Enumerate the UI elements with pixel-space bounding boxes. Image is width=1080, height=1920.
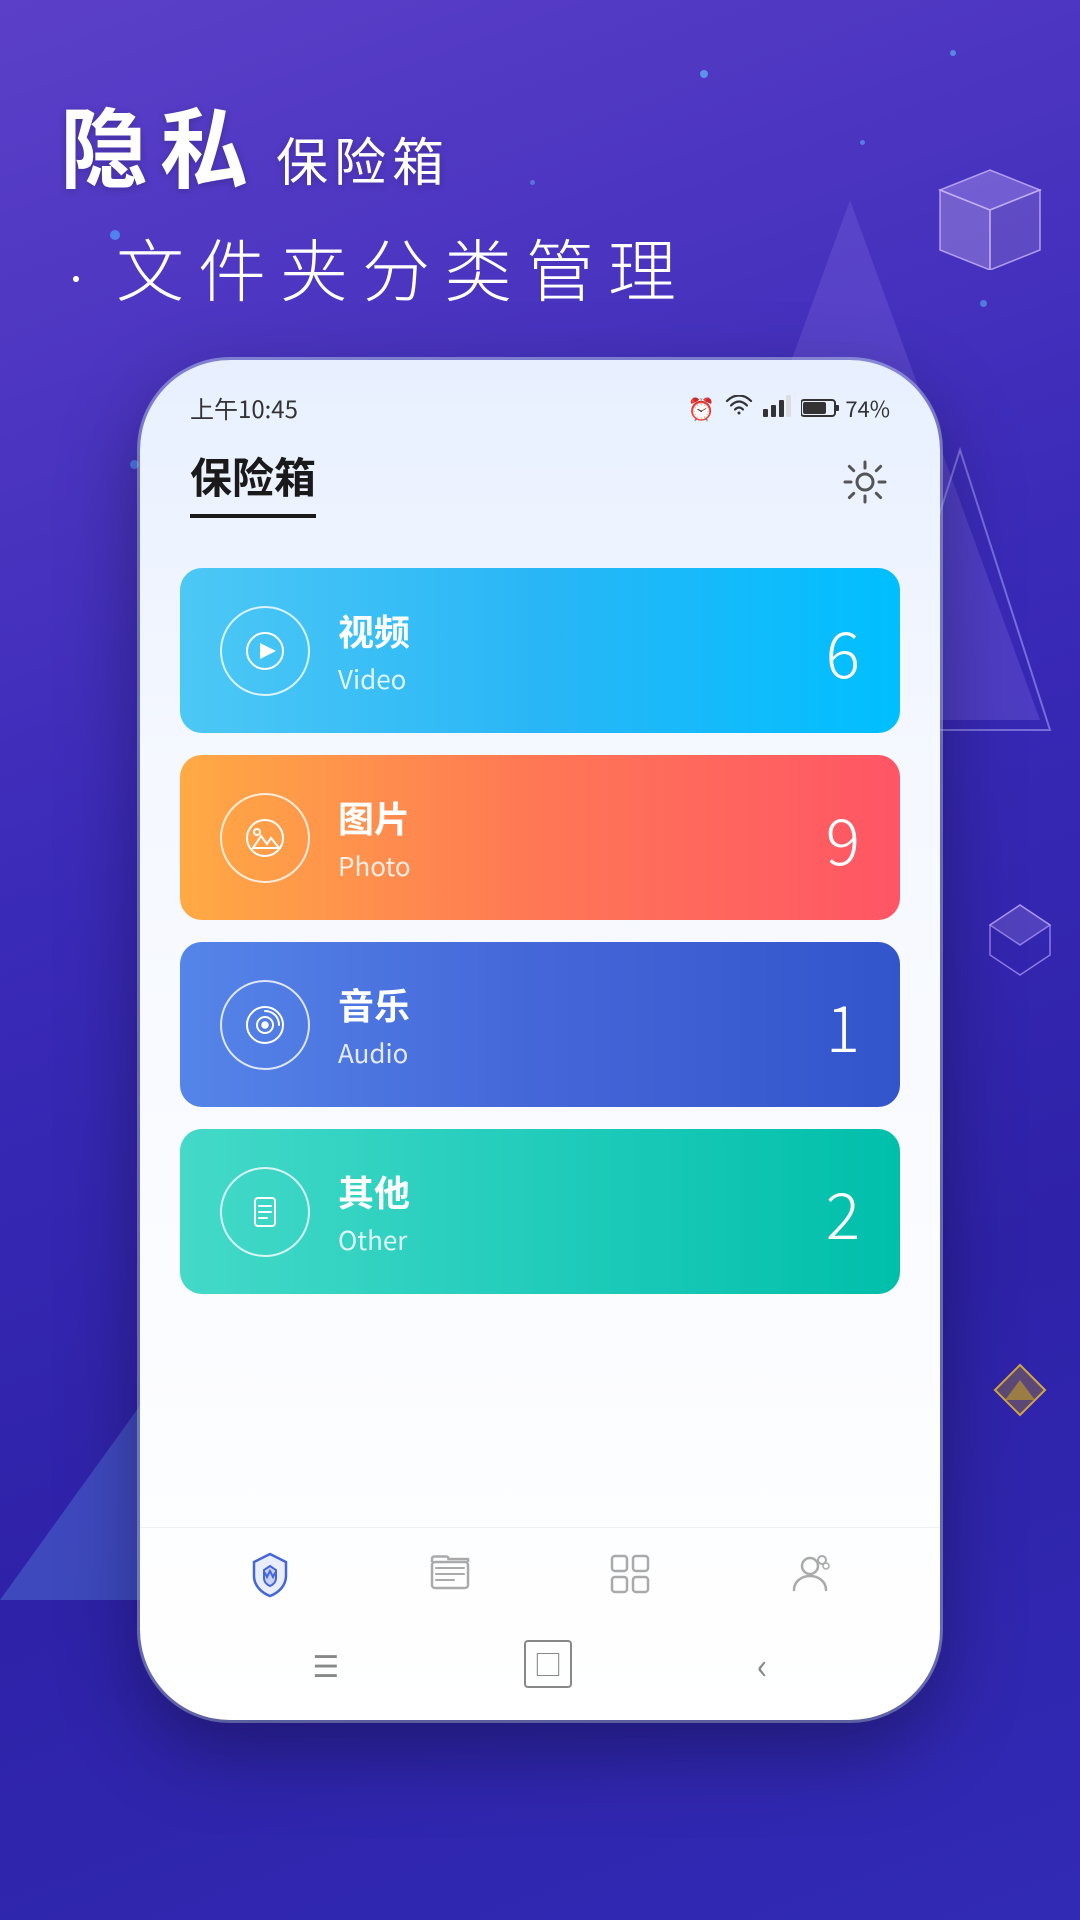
android-back[interactable]: ‹	[757, 1638, 768, 1690]
nav-apps[interactable]	[604, 1548, 656, 1600]
other-count: 2	[826, 1166, 860, 1258]
alarm-icon: ⏰	[688, 392, 715, 424]
bottom-nav	[140, 1527, 940, 1620]
photo-info: 图片 Photo	[338, 791, 826, 884]
other-icon-circle	[220, 1167, 310, 1257]
settings-button[interactable]	[840, 457, 890, 507]
title-bar: 保险箱	[140, 435, 940, 538]
star-3	[950, 50, 956, 56]
star-5	[980, 300, 987, 307]
diamond-icon	[990, 1360, 1050, 1420]
signal-icon	[763, 392, 791, 424]
app-title: 保险箱	[190, 445, 316, 518]
audio-info: 音乐 Audio	[338, 978, 826, 1071]
photo-icon-circle	[220, 793, 310, 883]
header-text: 隐私 保险箱 ·文件夹分类管理	[60, 80, 690, 316]
bullet-point: ·	[60, 255, 106, 301]
other-name-cn: 其他	[338, 1165, 826, 1217]
category-video[interactable]: 视频 Video 6	[180, 568, 900, 733]
audio-count: 1	[826, 979, 860, 1071]
phone-mockup: 上午10:45 ⏰	[140, 360, 940, 1720]
nav-files[interactable]	[424, 1548, 476, 1600]
video-icon-circle	[220, 606, 310, 696]
wifi-icon	[725, 392, 753, 424]
audio-name-en: Audio	[338, 1034, 826, 1071]
audio-icon-circle	[220, 980, 310, 1070]
photo-name-cn: 图片	[338, 791, 826, 843]
other-info: 其他 Other	[338, 1165, 826, 1258]
status-icons: ⏰	[688, 392, 890, 424]
nav-safe[interactable]	[244, 1548, 296, 1600]
video-count: 6	[826, 605, 860, 697]
audio-name-cn: 音乐	[338, 978, 826, 1030]
star-1	[700, 70, 708, 78]
category-audio[interactable]: 音乐 Audio 1	[180, 942, 900, 1107]
nav-account[interactable]	[784, 1548, 836, 1600]
star-6	[130, 460, 139, 469]
video-name-en: Video	[338, 660, 826, 697]
header-line1: 隐私 保险箱	[60, 80, 690, 207]
status-time: 上午10:45	[190, 390, 298, 425]
header-safe-text: 保险箱	[276, 121, 450, 196]
category-list: 视频 Video 6 图片 Photo 9	[140, 538, 940, 1324]
android-nav: ☰ □ ‹	[140, 1628, 940, 1700]
header-line2: ·文件夹分类管理	[60, 217, 690, 316]
star-2	[860, 140, 865, 145]
android-home[interactable]: □	[524, 1640, 572, 1688]
header-privacy-text: 隐私	[60, 80, 260, 207]
cube-small-right	[980, 900, 1060, 980]
video-name-cn: 视频	[338, 604, 826, 656]
other-name-en: Other	[338, 1221, 826, 1258]
category-photo[interactable]: 图片 Photo 9	[180, 755, 900, 920]
video-info: 视频 Video	[338, 604, 826, 697]
android-menu[interactable]: ☰	[312, 1642, 339, 1686]
photo-name-en: Photo	[338, 847, 826, 884]
battery-icon: 74%	[801, 392, 890, 424]
cube-icon	[910, 130, 1050, 270]
photo-count: 9	[826, 792, 860, 884]
category-other[interactable]: 其他 Other 2	[180, 1129, 900, 1294]
status-bar: 上午10:45 ⏰	[140, 360, 940, 435]
